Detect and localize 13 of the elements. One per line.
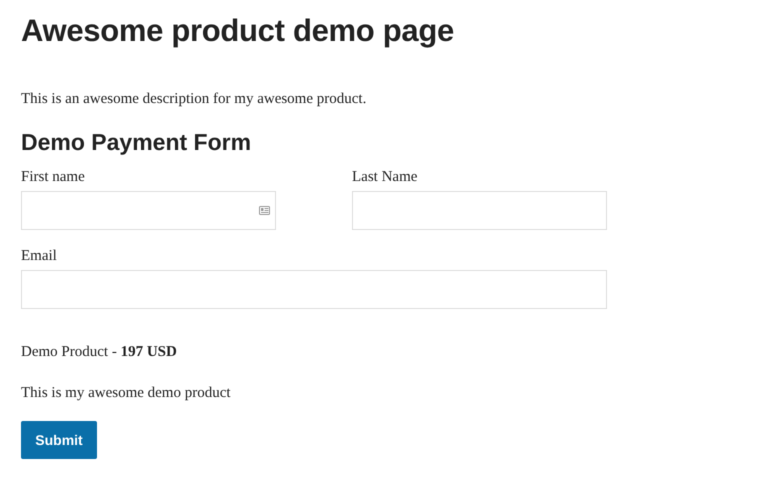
input-field[interactable] [352,191,607,230]
input-field[interactable] [21,191,276,230]
input-field[interactable] [21,270,607,309]
field-label: Email [21,247,57,266]
submit-button[interactable]: Submit [21,421,97,459]
field-label: First name [21,168,85,187]
page-title: Awesome product demo page [21,12,455,50]
form-title: Demo Payment Form [21,128,252,157]
field-label: Last Name [352,168,418,187]
page-description: This is an awesome description for my awesome product. [21,90,368,109]
contact-card-icon[interactable] [259,206,270,215]
product-price: Demo Product - 197 USD [21,343,178,362]
product-description: This is my awesome demo product [21,384,232,403]
